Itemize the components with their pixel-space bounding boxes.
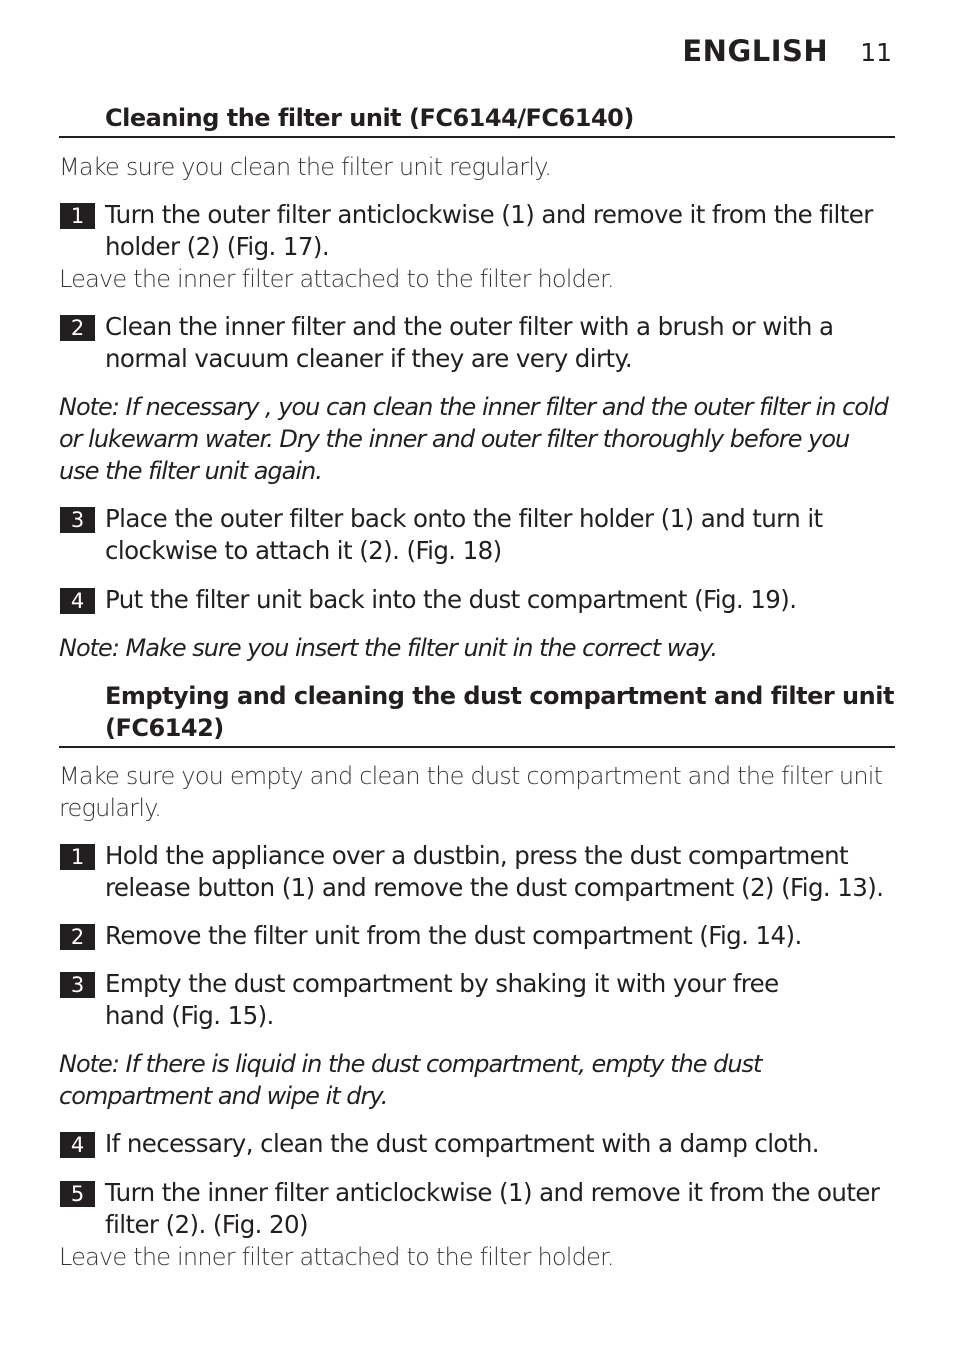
step-text: Turn the outer filter anticlockwise (1) … (105, 200, 873, 261)
step-text: Remove the filter unit from the dust com… (105, 921, 802, 950)
step-number-badge: 4 (60, 1132, 95, 1158)
section2-step-1: 1 Hold the appliance over a dustbin, pre… (59, 840, 899, 904)
section2-intro: Make sure you empty and clean the dust c… (59, 762, 883, 822)
step-number-badge: 2 (60, 924, 95, 950)
step-number-badge: 5 (60, 1181, 95, 1207)
step-text: Empty the dust compartment by shaking it… (105, 969, 779, 1030)
section2-note-1: Note: If there is liquid in the dust com… (59, 1050, 762, 1110)
step-number-badge: 4 (60, 588, 95, 614)
section2-step-5: 5 Turn the inner filter anticlockwise (1… (59, 1177, 899, 1241)
step-text: Place the outer filter back onto the fil… (105, 504, 823, 565)
section1-step-2: 2 Clean the inner filter and the outer f… (59, 311, 899, 375)
section2-step-4: 4 If necessary, clean the dust compartme… (59, 1128, 899, 1160)
section-title-cleaning-filter: Cleaning the filter unit (FC6144/FC6140) (59, 102, 895, 138)
step-number-badge: 3 (60, 507, 95, 533)
language-label: ENGLISH (682, 34, 829, 68)
section1-step-3: 3 Place the outer filter back onto the f… (59, 503, 899, 567)
step-text: Clean the inner filter and the outer fil… (105, 312, 834, 373)
section-title-emptying-dust: Emptying and cleaning the dust compartme… (59, 680, 895, 748)
section2-step-2: 2 Remove the filter unit from the dust c… (59, 920, 899, 952)
step-number-badge: 1 (60, 203, 95, 229)
page-header: ENGLISH 11 (682, 34, 892, 68)
section1-intro: Make sure you clean the filter unit regu… (59, 153, 552, 181)
step-number-badge: 2 (60, 315, 95, 341)
step-number-badge: 1 (60, 844, 95, 870)
section1-step-4: 4 Put the filter unit back into the dust… (59, 584, 899, 616)
step-text: Put the filter unit back into the dust c… (105, 585, 797, 614)
step-text: If necessary, clean the dust compartment… (105, 1129, 820, 1158)
section1-step-1: 1 Turn the outer filter anticlockwise (1… (59, 199, 899, 263)
section1-step1-remark: Leave the inner filter attached to the f… (59, 265, 615, 293)
section1-note-2: Note: Make sure you insert the filter un… (59, 634, 718, 662)
section2-step-3: 3 Empty the dust compartment by shaking … (59, 968, 819, 1032)
step-text: Hold the appliance over a dustbin, press… (105, 841, 884, 902)
step-number-badge: 3 (60, 972, 95, 998)
page-number: 11 (860, 38, 892, 67)
section1-note-1: Note: If necessary , you can clean the i… (59, 393, 889, 485)
step-text: Turn the inner filter anticlockwise (1) … (105, 1178, 880, 1239)
section2-step5-remark: Leave the inner filter attached to the f… (59, 1243, 615, 1271)
